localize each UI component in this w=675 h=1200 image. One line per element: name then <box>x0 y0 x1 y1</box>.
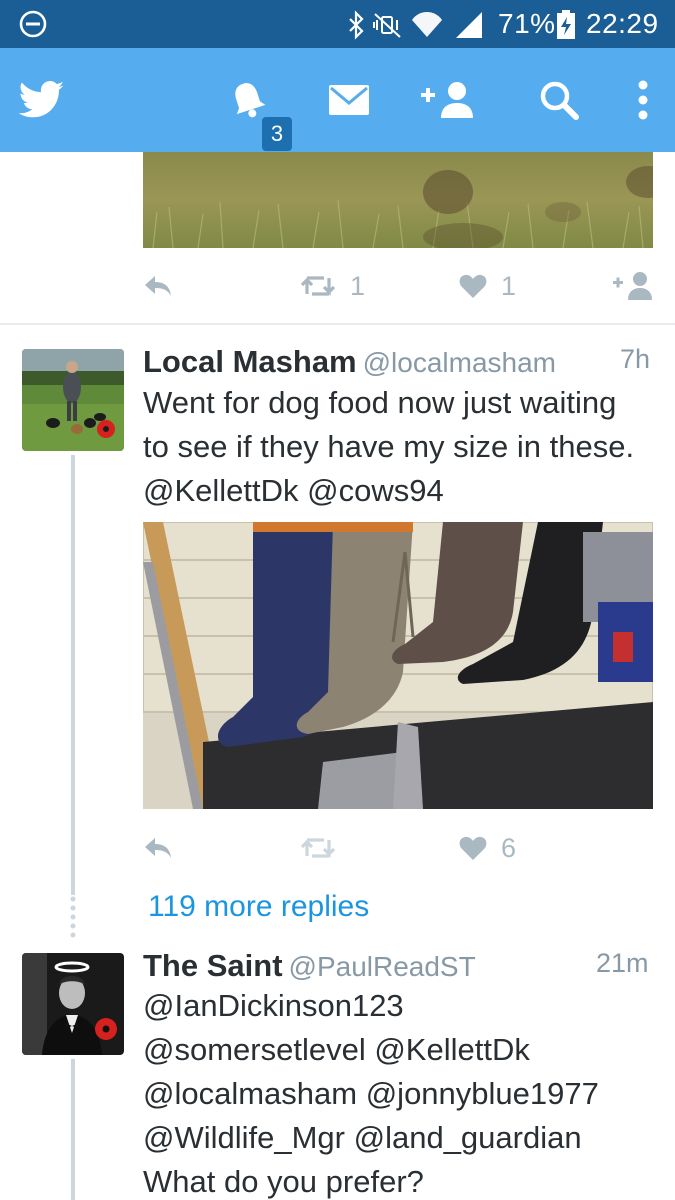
add-user-icon <box>421 82 473 118</box>
thread-line <box>71 1059 75 1200</box>
avatar[interactable] <box>22 349 124 451</box>
boots-photo-image <box>143 522 653 809</box>
the-saint-avatar-image <box>22 953 124 1055</box>
thread-gap-dots <box>70 896 76 938</box>
like-button[interactable]: 6 <box>459 828 516 868</box>
retweet-button[interactable]: 1 <box>300 266 365 306</box>
previous-tweet-photo[interactable] <box>143 152 653 248</box>
follow-user-icon <box>613 272 652 300</box>
battery-charging-icon <box>557 10 575 39</box>
like-count: 6 <box>501 832 517 863</box>
username: @PaulReadST <box>288 951 476 982</box>
heart-icon <box>459 836 487 860</box>
tweet-text: Went for dog food now just waiting to se… <box>143 385 635 508</box>
more-vert-icon <box>638 80 648 120</box>
local-masham-avatar-image <box>22 349 124 451</box>
home-button[interactable] <box>14 48 70 152</box>
grass-field-image <box>143 152 653 248</box>
retweet-button[interactable] <box>300 828 350 868</box>
notification-badge: 3 <box>262 117 292 151</box>
overflow-menu-button[interactable] <box>628 48 658 152</box>
twitter-bird-icon <box>19 81 65 118</box>
tweet-text: @IanDickinson123 @somersetlevel @Kellett… <box>143 988 599 1199</box>
display-name: Local Masham <box>143 344 357 379</box>
like-button[interactable]: 1 <box>459 266 516 306</box>
like-count: 1 <box>501 270 517 301</box>
author-name[interactable]: The Saint @PaulReadST <box>143 948 476 984</box>
author-name[interactable]: Local Masham @localmasham <box>143 344 556 380</box>
wifi-icon <box>412 11 442 37</box>
retweet-icon <box>300 276 336 296</box>
tweet-photo[interactable] <box>143 522 653 809</box>
display-name: The Saint <box>143 948 283 983</box>
battery-percent: 71% <box>498 8 556 39</box>
search-icon <box>540 81 579 120</box>
reply-button[interactable] <box>143 828 173 868</box>
messages-envelope-icon <box>329 85 369 115</box>
do-not-disturb-icon <box>19 10 47 38</box>
tweet-divider <box>0 323 675 325</box>
add-user-button[interactable] <box>418 48 478 152</box>
tweet-actions: 6 <box>0 828 675 868</box>
avatar[interactable] <box>22 953 124 1055</box>
retweet-icon <box>300 838 336 858</box>
reply-button[interactable] <box>143 266 173 306</box>
reply-icon <box>145 838 171 858</box>
retweet-count: 1 <box>350 270 366 301</box>
clock: 22:29 <box>586 8 659 39</box>
notifications-bell-icon <box>235 83 266 118</box>
heart-icon <box>459 274 487 298</box>
search-button[interactable] <box>536 48 582 152</box>
messages-button[interactable] <box>323 48 375 152</box>
timestamp[interactable]: 7h <box>620 344 650 375</box>
more-replies-link[interactable]: 119 more replies <box>148 890 369 924</box>
status-icons <box>349 10 482 40</box>
app-bar: 3 <box>0 48 675 152</box>
reply-icon <box>145 276 171 296</box>
bluetooth-icon <box>349 10 364 40</box>
vibrate-icon <box>373 13 401 38</box>
timestamp[interactable]: 21m <box>596 948 649 979</box>
username: @localmasham <box>362 347 556 378</box>
previous-tweet-actions: 1 1 <box>0 266 675 306</box>
status-bar: 71% 22:29 <box>0 0 675 48</box>
signal-icon <box>456 12 482 38</box>
follow-button[interactable] <box>612 266 654 306</box>
